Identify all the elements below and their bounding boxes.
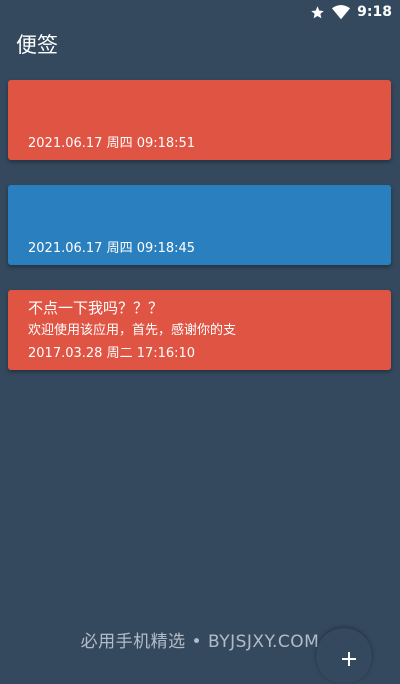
note-date: 2017.03.28 周二 17:16:10 — [28, 346, 196, 361]
app-title: 便签 — [16, 33, 58, 57]
note-card[interactable]: 2021.06.17 周四 09:18:51 — [8, 80, 391, 160]
status-time: 9:18 — [357, 4, 392, 20]
status-icons: 9:18 — [310, 3, 392, 21]
notes-list: 2021.06.17 周四 09:18:51 2021.06.17 周四 09:… — [8, 80, 391, 395]
note-card[interactable]: 不点一下我吗？？？ 欢迎使用该应用，首先，感谢你的支 2017.03.28 周二… — [8, 290, 391, 370]
add-note-button[interactable] — [316, 628, 372, 684]
note-card[interactable]: 2021.06.17 周四 09:18:45 — [8, 185, 391, 265]
status-bar: 9:18 — [0, 0, 400, 24]
note-preview: 欢迎使用该应用，首先，感谢你的支 — [28, 323, 237, 338]
star-icon — [310, 5, 325, 20]
wifi-icon — [332, 4, 351, 20]
note-date: 2021.06.17 周四 09:18:51 — [28, 136, 196, 151]
note-date: 2021.06.17 周四 09:18:45 — [28, 241, 196, 256]
note-title: 不点一下我吗？？？ — [28, 299, 164, 317]
plus-icon — [342, 652, 356, 666]
